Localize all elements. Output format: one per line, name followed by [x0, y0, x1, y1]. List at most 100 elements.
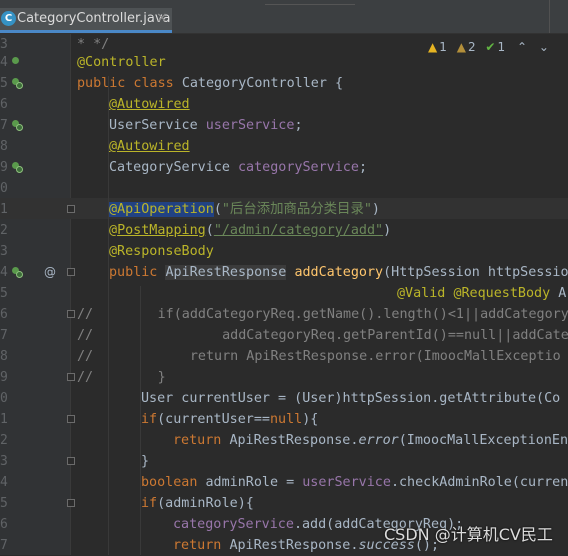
- line-number: 2: [0, 433, 8, 448]
- string-literal: "/admin/category/add": [213, 223, 384, 238]
- code-text: @Autowired: [109, 139, 190, 154]
- code-text: // if(addCategoryReq.getName().length()<…: [77, 307, 568, 322]
- method-name: error: [358, 433, 399, 448]
- code-line: 3 }: [0, 451, 568, 472]
- code-line: 4 @Controller: [0, 52, 568, 73]
- autowired-injection-icon[interactable]: [12, 120, 23, 131]
- line-number: 9: [0, 370, 8, 385]
- code-line: 4 @ public ApiRestResponse addCategory(H…: [0, 262, 568, 283]
- line-number: 3: [0, 244, 8, 259]
- tab-label: CategoryController.java: [17, 11, 171, 26]
- java-class-icon: C: [1, 11, 16, 26]
- tab-divider: [549, 0, 550, 33]
- field-name: categoryService: [238, 160, 359, 175]
- line-number: 5: [0, 286, 8, 301]
- type-name: CategoryService: [109, 160, 230, 175]
- code-text: // addCategoryReq.getParentId()==null||a…: [77, 328, 568, 343]
- code-line: 0: [0, 178, 568, 199]
- line-number: 6: [0, 307, 8, 322]
- fold-marker[interactable]: [67, 457, 75, 465]
- code-line: 8 // return ApiRestResponse.error(ImoocM…: [0, 346, 568, 367]
- code-text: // }: [77, 370, 166, 385]
- line-number: 9: [0, 160, 8, 175]
- code-text: if(currentUser==null){: [141, 412, 319, 427]
- code-line: 9 // }: [0, 367, 568, 388]
- code-line: 1 @ApiOperation("后台添加商品分类目录"): [0, 199, 568, 220]
- annotation-name: @Valid: [397, 286, 446, 301]
- code-text: @Valid @RequestBody A: [397, 286, 567, 301]
- line-number: 3: [0, 454, 8, 469]
- annotation-name: PostMapping: [117, 223, 206, 238]
- editor-tab-bar: C CategoryController.java ×: [0, 0, 568, 34]
- fold-marker[interactable]: [67, 310, 75, 318]
- autowired-injection-icon[interactable]: [12, 162, 23, 173]
- line-number: 1: [0, 202, 8, 217]
- code-line: 9 CategoryService categoryService;: [0, 157, 568, 178]
- return-type: ApiRestResponse: [165, 265, 287, 280]
- code-line: 3 @ResponseBody: [0, 241, 568, 262]
- code-line: 7 // addCategoryReq.getParentId()==null|…: [0, 325, 568, 346]
- annotation-at: @: [109, 223, 118, 238]
- code-text: @ApiOperation("后台添加商品分类目录"): [109, 202, 380, 217]
- csdn-watermark: CSDN @计算机CV民工: [384, 525, 553, 544]
- annotation-at: @: [109, 202, 118, 217]
- fold-marker[interactable]: [67, 415, 75, 423]
- tab-category-controller[interactable]: C CategoryController.java ×: [0, 8, 172, 33]
- code-line: 0 User currentUser = (User)httpSession.g…: [0, 388, 568, 409]
- code-text: @PostMapping("/admin/category/add"): [109, 223, 392, 238]
- line-number: 2: [0, 223, 8, 238]
- annotation-name: ApiOperation: [117, 202, 214, 217]
- field-name: userService: [205, 118, 295, 133]
- line-number: 0: [0, 181, 8, 196]
- code-text: @Autowired: [109, 97, 190, 112]
- line-number: 7: [0, 118, 8, 133]
- spring-bean-icon[interactable]: [12, 57, 23, 68]
- tab-ghost: [265, 0, 355, 5]
- fold-marker[interactable]: [67, 205, 75, 213]
- fold-marker[interactable]: [67, 499, 75, 507]
- line-number: 0: [0, 391, 8, 406]
- spring-bean-icon[interactable]: [12, 78, 23, 89]
- fold-marker[interactable]: [67, 268, 75, 276]
- code-text: CategoryService categoryService;: [109, 160, 367, 175]
- code-text: UserService userService;: [109, 118, 303, 133]
- code-line: 5 @Valid @RequestBody A: [0, 283, 568, 304]
- code-text: @Controller: [77, 55, 166, 70]
- line-number: 8: [0, 349, 8, 364]
- request-mapping-icon[interactable]: [12, 267, 23, 278]
- code-text: // return ApiRestResponse.error(ImoocMal…: [77, 349, 561, 364]
- code-line: 6 @Autowired: [0, 94, 568, 115]
- annotation-name: @RequestBody: [453, 286, 551, 301]
- code-text: @ResponseBody: [109, 244, 214, 259]
- type-name: UserService: [109, 118, 198, 133]
- line-number: 4: [0, 55, 8, 70]
- code-text: public ApiRestResponse addCategory(HttpS…: [109, 265, 568, 280]
- string-literal: "后台添加商品分类目录": [221, 202, 372, 217]
- code-line: 6 // if(addCategoryReq.getName().length(…: [0, 304, 568, 325]
- line-number: 4: [0, 475, 8, 490]
- line-number: 5: [0, 496, 8, 511]
- code-text: boolean adminRole = userService.checkAdm…: [141, 475, 568, 490]
- line-number: 6: [0, 97, 8, 112]
- code-line: 7 UserService userService;: [0, 115, 568, 136]
- code-line: 5 public class CategoryController {: [0, 73, 568, 94]
- code-line: 2 return ApiRestResponse.error(ImoocMall…: [0, 430, 568, 451]
- close-icon[interactable]: ×: [156, 9, 168, 27]
- code-line: 8 @Autowired: [0, 136, 568, 157]
- line-number: 4: [0, 265, 8, 280]
- code-text: }: [141, 454, 150, 469]
- line-number: 7: [0, 538, 8, 553]
- line-number: 8: [0, 139, 8, 154]
- line-number: 1: [0, 412, 8, 427]
- line-number: 7: [0, 328, 8, 343]
- line-number: 5: [0, 76, 8, 91]
- code-line: 4 boolean adminRole = userService.checkA…: [0, 472, 568, 493]
- code-line: 1 if(currentUser==null){: [0, 409, 568, 430]
- code-text: public class CategoryController {: [77, 76, 344, 91]
- annotation-gutter-icon[interactable]: @: [44, 262, 56, 283]
- code-text: if(adminRole){: [141, 496, 254, 511]
- code-line: 2 @PostMapping("/admin/category/add"): [0, 220, 568, 241]
- fold-marker[interactable]: [67, 373, 75, 381]
- code-text: User currentUser = (User)httpSession.get…: [141, 391, 561, 406]
- code-text: return ApiRestResponse.error(ImoocMallEx…: [173, 433, 568, 448]
